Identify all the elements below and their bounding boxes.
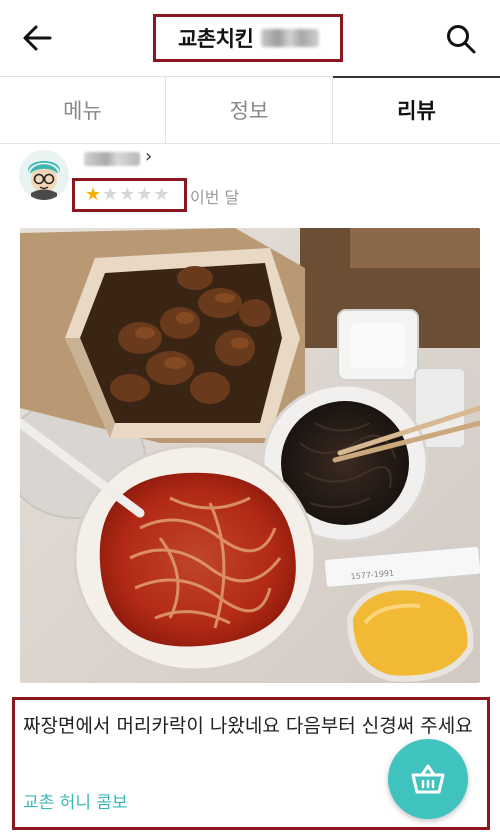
review-text: 짜장면에서 머리카락이 나왔네요 다음부터 신경써 주세요: [23, 715, 473, 737]
back-button[interactable]: [20, 22, 56, 54]
search-button[interactable]: [444, 22, 478, 56]
store-name: 교촌치킨: [178, 27, 254, 51]
cart-button[interactable]: [388, 739, 468, 819]
store-title: 교촌치킨: [153, 14, 343, 62]
star-icon: ★: [136, 184, 153, 205]
star-icon: ★: [85, 184, 102, 205]
blurred-username[interactable]: [84, 152, 140, 166]
rating-stars: ★ ★ ★ ★ ★: [72, 178, 187, 212]
ordered-menu[interactable]: 교촌 허니 콤보: [23, 788, 128, 813]
tab-bar: 메뉴 정보 리뷰: [0, 76, 500, 144]
review-date: 이번 달: [190, 188, 240, 207]
tab-review[interactable]: 리뷰: [333, 76, 500, 143]
top-bar: 교촌치킨: [0, 0, 500, 76]
avatar[interactable]: [19, 150, 69, 200]
tab-menu[interactable]: 메뉴: [0, 77, 166, 143]
arrow-left-icon: [23, 25, 52, 51]
star-icon: ★: [153, 184, 170, 205]
tab-info[interactable]: 정보: [166, 77, 333, 143]
chevron-right-icon[interactable]: ›: [145, 146, 152, 167]
star-icon: ★: [119, 184, 136, 205]
search-icon: [447, 25, 476, 54]
review-photo[interactable]: 1577-1991: [20, 228, 480, 683]
star-icon: ★: [102, 184, 119, 205]
basket-icon: [411, 764, 445, 794]
blurred-branch-name: [261, 29, 320, 47]
